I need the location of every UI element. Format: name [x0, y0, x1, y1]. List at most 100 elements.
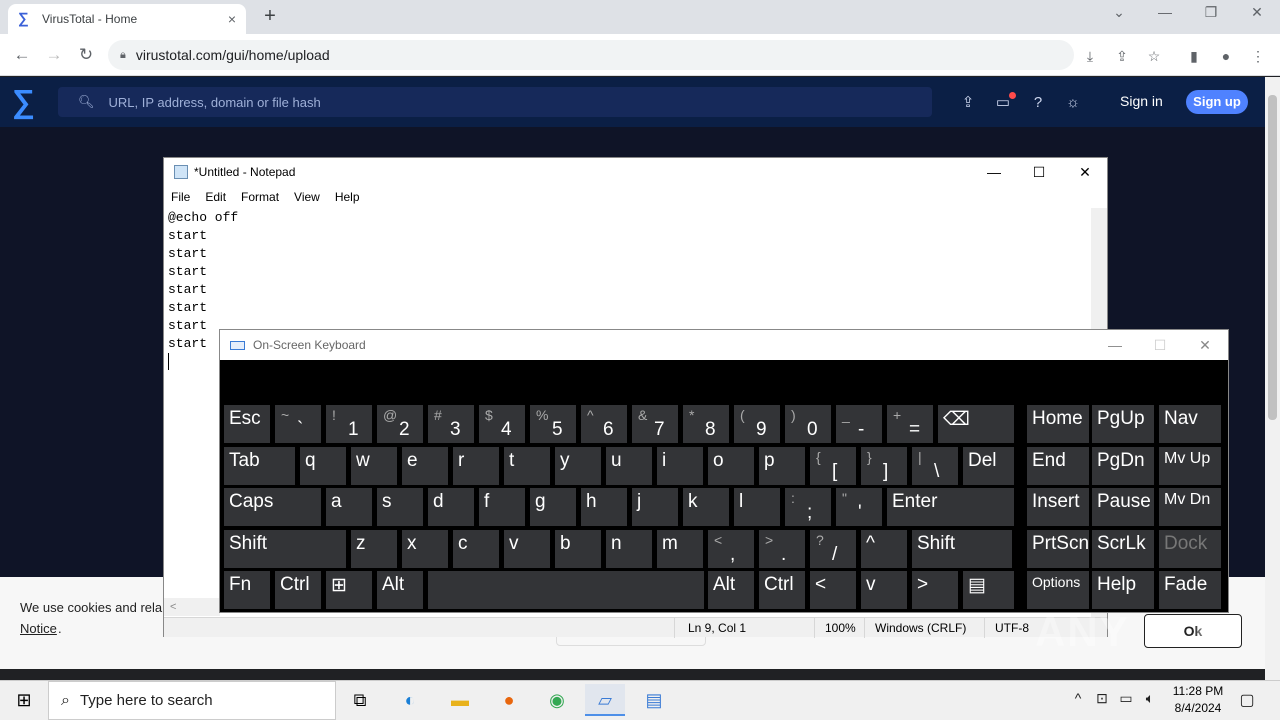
osk-key-alt[interactable]: Alt — [377, 571, 423, 609]
osk-key-a[interactable]: a — [326, 488, 372, 526]
osk-key[interactable]: :; — [785, 488, 831, 526]
osk-key-q[interactable]: q — [300, 447, 346, 485]
osk-key-k[interactable]: k — [683, 488, 729, 526]
osk-key[interactable]: " ' — [836, 488, 882, 526]
osk-key[interactable]: {[ — [810, 447, 856, 485]
osk-key-shift[interactable]: Shift — [224, 530, 346, 568]
browser-tab[interactable]: ∑ VirusTotal - Home × — [8, 4, 246, 34]
osk-key-v[interactable]: v — [861, 571, 907, 609]
osk-key-f[interactable]: f — [479, 488, 525, 526]
theme-toggle-icon[interactable]: ☼ — [1063, 93, 1083, 113]
osk-key--[interactable]: < — [810, 571, 856, 609]
osk-key-o[interactable]: o — [708, 447, 754, 485]
osk-key-enter[interactable]: Enter — [887, 488, 1014, 526]
osk-key[interactable]: ~ ` — [275, 405, 321, 443]
upload-icon[interactable]: ⇪ — [958, 93, 978, 113]
osk-key-scrlk[interactable]: ScrLk — [1092, 530, 1154, 568]
menu-format[interactable]: Format — [241, 190, 279, 204]
osk-key-del[interactable]: Del — [963, 447, 1014, 485]
network-icon[interactable]: ⊡ — [1092, 690, 1112, 707]
volume-icon[interactable]: 🔈︎ — [1140, 690, 1160, 707]
osk-key-space[interactable] — [428, 571, 704, 609]
osk-key-g[interactable]: g — [530, 488, 576, 526]
menu-kebab-icon[interactable]: ⋮ — [1248, 46, 1268, 66]
osk-key-l[interactable]: l — [734, 488, 780, 526]
osk-key-s[interactable]: s — [377, 488, 423, 526]
install-app-icon[interactable]: ⤓ — [1080, 46, 1100, 66]
osk-key-pgdn[interactable]: PgDn — [1092, 447, 1154, 485]
osk-key-c[interactable]: c — [453, 530, 499, 568]
ethernet-icon[interactable]: ▭ — [1116, 690, 1136, 707]
address-bar[interactable]: 🔒︎ virustotal.com/gui/home/upload — [108, 40, 1074, 70]
osk-key-v[interactable]: v — [504, 530, 550, 568]
reload-icon[interactable]: ↻ — [75, 44, 97, 66]
osk-key--[interactable]: ^ — [861, 530, 907, 568]
osk-key[interactable]: >. — [759, 530, 805, 568]
osk-taskbar-icon[interactable]: ▤ — [634, 684, 674, 716]
help-icon[interactable]: ? — [1028, 93, 1048, 113]
sign-up-button[interactable]: Sign up — [1186, 90, 1248, 114]
osk-key-x[interactable]: x — [402, 530, 448, 568]
osk-key-z[interactable]: z — [351, 530, 397, 568]
menu-file[interactable]: File — [171, 190, 190, 204]
vt-search-input[interactable]: 🔍︎ URL, IP address, domain or file hash — [58, 87, 932, 117]
osk-key[interactable]: @2 — [377, 405, 423, 443]
virustotal-logo-icon[interactable]: ∑ — [12, 85, 48, 119]
osk-key--[interactable]: ⌫ — [938, 405, 1014, 443]
close-window-button[interactable]: ✕ — [1242, 4, 1272, 21]
osk-key--[interactable]: ⊞ — [326, 571, 372, 609]
osk-key[interactable]: ^ 6 — [581, 405, 627, 443]
taskbar-search-box[interactable]: ⌕ Type here to search — [48, 681, 336, 720]
osk-key[interactable]: * 8 — [683, 405, 729, 443]
notepad-horizontal-scrollbar[interactable]: < — [164, 598, 220, 616]
profile-avatar-icon[interactable]: ● — [1216, 46, 1236, 66]
osk-key-end[interactable]: End — [1027, 447, 1089, 485]
osk-key-nav[interactable]: Nav — [1159, 405, 1221, 443]
osk-key-help[interactable]: Help — [1092, 571, 1154, 609]
osk-key-pgup[interactable]: PgUp — [1092, 405, 1154, 443]
notepad-titlebar[interactable]: *Untitled - Notepad — [164, 158, 1107, 186]
tab-close-icon[interactable]: × — [228, 11, 236, 27]
osk-key-insert[interactable]: Insert — [1027, 488, 1089, 526]
osk-key-alt[interactable]: Alt — [708, 571, 754, 609]
osk-key-fade[interactable]: Fade — [1159, 571, 1221, 609]
osk-key-d[interactable]: d — [428, 488, 474, 526]
osk-key-pause[interactable]: Pause — [1092, 488, 1154, 526]
osk-key-ctrl[interactable]: Ctrl — [759, 571, 805, 609]
osk-key-tab[interactable]: Tab — [224, 447, 295, 485]
osk-key-r[interactable]: r — [453, 447, 499, 485]
osk-key-home[interactable]: Home — [1027, 405, 1089, 443]
side-panel-icon[interactable]: ▮ — [1184, 46, 1204, 66]
firefox-icon[interactable]: ● — [489, 684, 529, 716]
notepad-taskbar-icon[interactable]: ▱ — [585, 684, 625, 716]
osk-key-y[interactable]: y — [555, 447, 601, 485]
osk-key[interactable]: _ - — [836, 405, 882, 443]
osk-key[interactable]: $4 — [479, 405, 525, 443]
notepad-maximize-button[interactable]: ☐ — [1024, 162, 1054, 182]
taskbar-clock[interactable]: 11:28 PM 8/4/2024 — [1162, 683, 1234, 717]
osk-key-caps[interactable]: Caps — [224, 488, 321, 526]
osk-key-i[interactable]: i — [657, 447, 703, 485]
forward-icon[interactable]: → — [43, 44, 65, 66]
osk-key-shift[interactable]: Shift — [912, 530, 1012, 568]
osk-key[interactable]: | \ — [912, 447, 958, 485]
osk-key[interactable]: & 7 — [632, 405, 678, 443]
menu-edit[interactable]: Edit — [205, 190, 226, 204]
share-icon[interactable]: ⇪ — [1112, 46, 1132, 66]
osk-key[interactable]: (9 — [734, 405, 780, 443]
page-scrollbar-thumb[interactable] — [1268, 95, 1277, 420]
osk-key-mv-dn[interactable]: Mv Dn — [1159, 488, 1221, 526]
tray-overflow-icon[interactable]: ^ — [1068, 690, 1088, 706]
sign-in-link[interactable]: Sign in — [1120, 93, 1163, 109]
menu-view[interactable]: View — [294, 190, 320, 204]
osk-key-b[interactable]: b — [555, 530, 601, 568]
osk-key[interactable]: + = — [887, 405, 933, 443]
osk-key-esc[interactable]: Esc — [224, 405, 270, 443]
restore-button[interactable]: ❐ — [1196, 4, 1226, 21]
osk-key-m[interactable]: m — [657, 530, 703, 568]
osk-key[interactable]: }] — [861, 447, 907, 485]
osk-key[interactable]: ? / — [810, 530, 856, 568]
osk-key-p[interactable]: p — [759, 447, 805, 485]
notepad-minimize-button[interactable]: — — [979, 162, 1009, 182]
menu-help[interactable]: Help — [335, 190, 360, 204]
